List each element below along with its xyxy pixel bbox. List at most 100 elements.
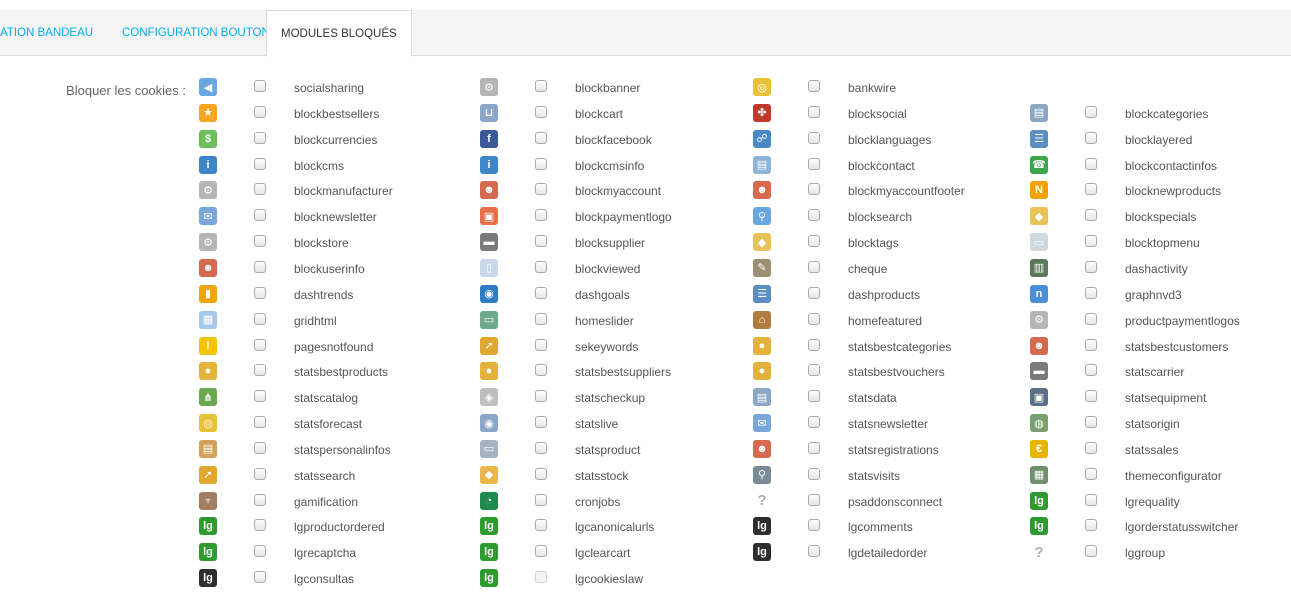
checkbox-blockmyaccount[interactable] <box>535 183 547 196</box>
document-icon: ▤ <box>1030 103 1048 122</box>
checkbox-lgconsultas[interactable] <box>254 571 266 584</box>
checkbox-statsregistrations[interactable] <box>808 441 820 454</box>
checkbox-lggroup[interactable] <box>1085 545 1097 558</box>
checkbox-statsvisits[interactable] <box>808 467 820 480</box>
checkbox-blocktopmenu[interactable] <box>1085 235 1097 248</box>
module-name: lgclearcart <box>575 546 631 561</box>
checkbox-blockspecials[interactable] <box>1085 209 1097 222</box>
checkbox-blocknewproducts[interactable] <box>1085 183 1097 196</box>
checkbox-statsnewsletter[interactable] <box>808 416 820 429</box>
checkbox-gamification[interactable] <box>254 493 266 506</box>
checkbox-blockmyaccountfooter[interactable] <box>808 183 820 196</box>
checkbox-productpaymentlogos[interactable] <box>1085 312 1097 325</box>
checkbox-statspersonalinfos[interactable] <box>254 441 266 454</box>
checkbox-dashgoals[interactable] <box>535 286 547 299</box>
checkbox-blockstore[interactable] <box>254 235 266 248</box>
checkbox-blocktags[interactable] <box>808 235 820 248</box>
checkbox-lgcomments[interactable] <box>808 519 820 532</box>
module-item-cronjobs: ◔ cronjobs <box>480 489 750 515</box>
checkbox-statsbestcustomers[interactable] <box>1085 338 1097 351</box>
contact-card-icon: ▤ <box>753 155 771 174</box>
checkbox-dashactivity[interactable] <box>1085 260 1097 273</box>
checkbox-statscarrier[interactable] <box>1085 364 1097 377</box>
module-item-lgrequality: lg lgrequality <box>1030 489 1291 515</box>
checkbox-statsbestvouchers[interactable] <box>808 364 820 377</box>
checkbox-blocklayered[interactable] <box>1085 131 1097 144</box>
module-item-statssales: € statssales <box>1030 437 1291 463</box>
checkbox-themeconfigurator[interactable] <box>1085 467 1097 480</box>
checkbox-statssales[interactable] <box>1085 441 1097 454</box>
checkbox-blockuserinfo[interactable] <box>254 260 266 273</box>
checkbox-blockcms[interactable] <box>254 157 266 170</box>
table-icon: ▦ <box>199 310 217 329</box>
checkbox-blockcurrencies[interactable] <box>254 131 266 144</box>
checkbox-lgcookieslaw[interactable] <box>535 571 547 584</box>
checkbox-blocksupplier[interactable] <box>535 235 547 248</box>
checkbox-blockcategories[interactable] <box>1085 105 1097 118</box>
slider-icon: ▭ <box>480 310 498 329</box>
checkbox-cheque[interactable] <box>808 260 820 273</box>
checkbox-lgrecaptcha[interactable] <box>254 545 266 558</box>
checkbox-psaddonsconnect[interactable] <box>808 493 820 506</box>
checkbox-statscatalog[interactable] <box>254 390 266 403</box>
checkbox-blocknewsletter[interactable] <box>254 209 266 222</box>
checkbox-blockcontact[interactable] <box>808 157 820 170</box>
checkbox-pagesnotfound[interactable] <box>254 338 266 351</box>
checkbox-blockfacebook[interactable] <box>535 131 547 144</box>
tv-icon: ▣ <box>1030 388 1048 407</box>
cheque-icon: ✎ <box>753 258 771 277</box>
module-name: statssearch <box>294 468 356 483</box>
checkbox-statsstock[interactable] <box>535 467 547 480</box>
module-name: homeslider <box>575 313 634 328</box>
checkbox-lgclearcart[interactable] <box>535 545 547 558</box>
checkbox-statsbestcategories[interactable] <box>808 338 820 351</box>
checkbox-statslive[interactable] <box>535 416 547 429</box>
tab-modules-bloques[interactable]: MODULES BLOQUÉS <box>266 10 412 57</box>
checkbox-lgcanonicalurls[interactable] <box>535 519 547 532</box>
checkbox-homeslider[interactable] <box>535 312 547 325</box>
checkbox-dashtrends[interactable] <box>254 286 266 299</box>
checkbox-statssearch[interactable] <box>254 467 266 480</box>
checkbox-blockpaymentlogo[interactable] <box>535 209 547 222</box>
checkbox-statsorigin[interactable] <box>1085 416 1097 429</box>
checkbox-blockmanufacturer[interactable] <box>254 183 266 196</box>
checkbox-blockbanner[interactable] <box>535 80 547 92</box>
checkbox-statsproduct[interactable] <box>535 441 547 454</box>
module-item-statsbestcustomers: ☻ statsbestcustomers <box>1030 334 1291 360</box>
checkbox-socialsharing[interactable] <box>254 80 266 92</box>
checkbox-statsforecast[interactable] <box>254 416 266 429</box>
checkbox-statsdata[interactable] <box>808 390 820 403</box>
checkbox-blockcontactinfos[interactable] <box>1085 157 1097 170</box>
checkbox-statsbestsuppliers[interactable] <box>535 364 547 377</box>
checkbox-graphnvd3[interactable] <box>1085 286 1097 299</box>
module-name: statscarrier <box>1125 365 1185 380</box>
checkbox-statscheckup[interactable] <box>535 390 547 403</box>
checkbox-lgdetailedorder[interactable] <box>808 545 820 558</box>
checkbox-statsbestproducts[interactable] <box>254 364 266 377</box>
module-name: blocktopmenu <box>1125 236 1200 251</box>
tab-configuration-boutons[interactable]: CONFIGURATION BOUTONS <box>122 10 277 56</box>
checkbox-blockcmsinfo[interactable] <box>535 157 547 170</box>
checkbox-statsequipment[interactable] <box>1085 390 1097 403</box>
checkbox-sekeywords[interactable] <box>535 338 547 351</box>
checkbox-bankwire[interactable] <box>808 80 820 92</box>
module-name: productpaymentlogos <box>1125 313 1240 328</box>
checkbox-homefeatured[interactable] <box>808 312 820 325</box>
checkbox-blockviewed[interactable] <box>535 260 547 273</box>
checkbox-blocksearch[interactable] <box>808 209 820 222</box>
checkbox-blocklanguages[interactable] <box>808 131 820 144</box>
checkbox-lgorderstatusswitcher[interactable] <box>1085 519 1097 532</box>
checkbox-lgproductordered[interactable] <box>254 519 266 532</box>
checkbox-blockbestsellers[interactable] <box>254 105 266 118</box>
checkbox-gridhtml[interactable] <box>254 312 266 325</box>
checkbox-cronjobs[interactable] <box>535 493 547 506</box>
module-item-blocklayered: ☰ blocklayered <box>1030 127 1291 153</box>
checkbox-blocksocial[interactable] <box>808 105 820 118</box>
checkbox-dashproducts[interactable] <box>808 286 820 299</box>
checkbox-lgrequality[interactable] <box>1085 493 1097 506</box>
tab-configuration-bandeau[interactable]: ATION BANDEAU <box>0 10 93 56</box>
module-item-blocksupplier: ▬ blocksupplier <box>480 230 750 256</box>
box-icon: ◈ <box>480 388 498 407</box>
module-name: blocksupplier <box>575 236 646 251</box>
checkbox-blockcart[interactable] <box>535 105 547 118</box>
